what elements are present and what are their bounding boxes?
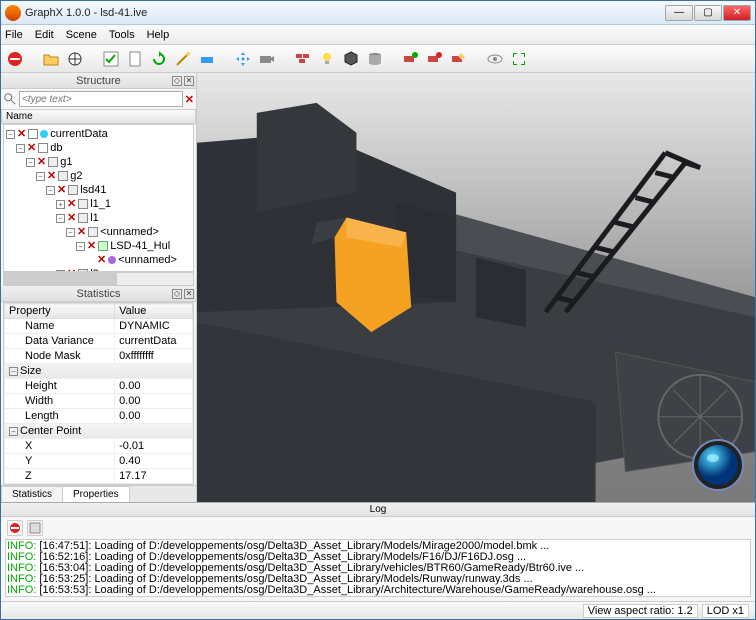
menu-scene[interactable]: Scene: [66, 29, 97, 41]
log-line: INFO: [16:55:28]: Loading of D:/developp…: [7, 596, 749, 597]
window-title: GraphX 1.0.0 - lsd-41.ive: [25, 7, 665, 19]
tree-row[interactable]: −✕LSD-41_Hul: [6, 239, 191, 253]
tree-row[interactable]: −✕g1: [6, 155, 191, 169]
cube-icon[interactable]: [341, 49, 361, 69]
menubar: File Edit Scene Tools Help: [1, 25, 755, 45]
status-aspect: View aspect ratio: 1.2: [583, 604, 698, 618]
ship-render: [197, 73, 755, 502]
maximize-button[interactable]: ▢: [694, 5, 722, 21]
property-row[interactable]: NameDYNAMIC: [5, 319, 193, 334]
search-input[interactable]: [19, 91, 183, 107]
refresh-icon[interactable]: [149, 49, 169, 69]
search-icon: [3, 92, 17, 106]
stop-icon[interactable]: [5, 49, 25, 69]
search-clear-icon[interactable]: ✕: [185, 93, 194, 106]
tab-properties[interactable]: Properties: [62, 486, 130, 502]
dock-float-icon[interactable]: ◇: [172, 289, 182, 299]
property-row[interactable]: Node Mask0xffffffff: [5, 349, 193, 364]
window-titlebar: GraphX 1.0.0 - lsd-41.ive — ▢ ✕: [1, 1, 755, 25]
property-row[interactable]: Height0.00: [5, 379, 193, 394]
app-icon: [5, 5, 21, 21]
tree-row[interactable]: −✕l1: [6, 211, 191, 225]
3d-viewport[interactable]: [197, 73, 755, 502]
move-icon[interactable]: [233, 49, 253, 69]
property-row[interactable]: Length0.00: [5, 409, 193, 424]
tab-statistics[interactable]: Statistics: [1, 486, 63, 502]
statusbar: View aspect ratio: 1.2 LOD x1: [1, 601, 755, 619]
globe-icon[interactable]: [65, 49, 85, 69]
tree-row[interactable]: −✕<unnamed>: [6, 225, 191, 239]
bricks-icon[interactable]: [293, 49, 313, 69]
tree-header: Name: [1, 109, 196, 124]
menu-edit[interactable]: Edit: [35, 29, 54, 41]
close-button[interactable]: ✕: [723, 5, 751, 21]
dock-structure-header: Structure ◇✕: [1, 73, 196, 89]
expand-icon[interactable]: [509, 49, 529, 69]
toolbar: [1, 45, 755, 73]
bulb-icon[interactable]: [317, 49, 337, 69]
eye-icon[interactable]: [485, 49, 505, 69]
log-clear-icon[interactable]: [7, 520, 23, 536]
menu-tools[interactable]: Tools: [109, 29, 135, 41]
open-icon[interactable]: [41, 49, 61, 69]
tree-scroll-horizontal[interactable]: [3, 272, 194, 286]
page-icon[interactable]: [125, 49, 145, 69]
log-save-icon[interactable]: [27, 520, 43, 536]
tree-row[interactable]: −✕currentData: [6, 127, 191, 141]
cat-size[interactable]: −Size: [5, 364, 193, 379]
check-icon[interactable]: [101, 49, 121, 69]
property-row[interactable]: Y0.40: [5, 454, 193, 469]
dock-statistics-title: Statistics: [76, 288, 120, 300]
dock-close-icon[interactable]: ✕: [184, 289, 194, 299]
brick-remove-icon[interactable]: [425, 49, 445, 69]
wand-icon[interactable]: [173, 49, 193, 69]
db-icon[interactable]: [365, 49, 385, 69]
tree-row[interactable]: −✕lsd41: [6, 183, 191, 197]
brick-add-icon[interactable]: [401, 49, 421, 69]
scene-tree[interactable]: −✕currentData−✕db−✕g1−✕g2−✕lsd41+✕l1_1−✕…: [3, 124, 194, 272]
cat-center[interactable]: −Center Point: [5, 424, 193, 439]
status-lod: LOD x1: [702, 604, 749, 618]
log-output[interactable]: INFO: [16:47:51]: Loading of D:/developp…: [5, 539, 751, 597]
dock-structure-title: Structure: [76, 75, 121, 87]
dock-log-header: Log: [1, 503, 755, 517]
menu-file[interactable]: File: [5, 29, 23, 41]
col-value: Value: [115, 304, 193, 319]
layer-icon[interactable]: [197, 49, 217, 69]
tree-row[interactable]: +✕l1_1: [6, 197, 191, 211]
minimize-button[interactable]: —: [665, 5, 693, 21]
property-row[interactable]: Z17.17: [5, 469, 193, 484]
left-tabs: Statistics Properties: [1, 485, 196, 502]
tree-row[interactable]: −✕db: [6, 141, 191, 155]
tree-row[interactable]: ✕<unnamed>: [6, 253, 191, 267]
property-grid[interactable]: PropertyValue NameDYNAMICData Variancecu…: [3, 302, 194, 485]
compass-widget[interactable]: [691, 438, 745, 492]
menu-help[interactable]: Help: [147, 29, 170, 41]
property-row[interactable]: X-0.01: [5, 439, 193, 454]
col-property: Property: [5, 304, 115, 319]
property-row[interactable]: Width0.00: [5, 394, 193, 409]
tree-row[interactable]: −✕g2: [6, 169, 191, 183]
dock-close-icon[interactable]: ✕: [184, 76, 194, 86]
dock-float-icon[interactable]: ◇: [172, 76, 182, 86]
dock-statistics-header: Statistics ◇✕: [1, 286, 196, 302]
brick-edit-icon[interactable]: [449, 49, 469, 69]
camera-icon[interactable]: [257, 49, 277, 69]
property-row[interactable]: Data VariancecurrentData: [5, 334, 193, 349]
